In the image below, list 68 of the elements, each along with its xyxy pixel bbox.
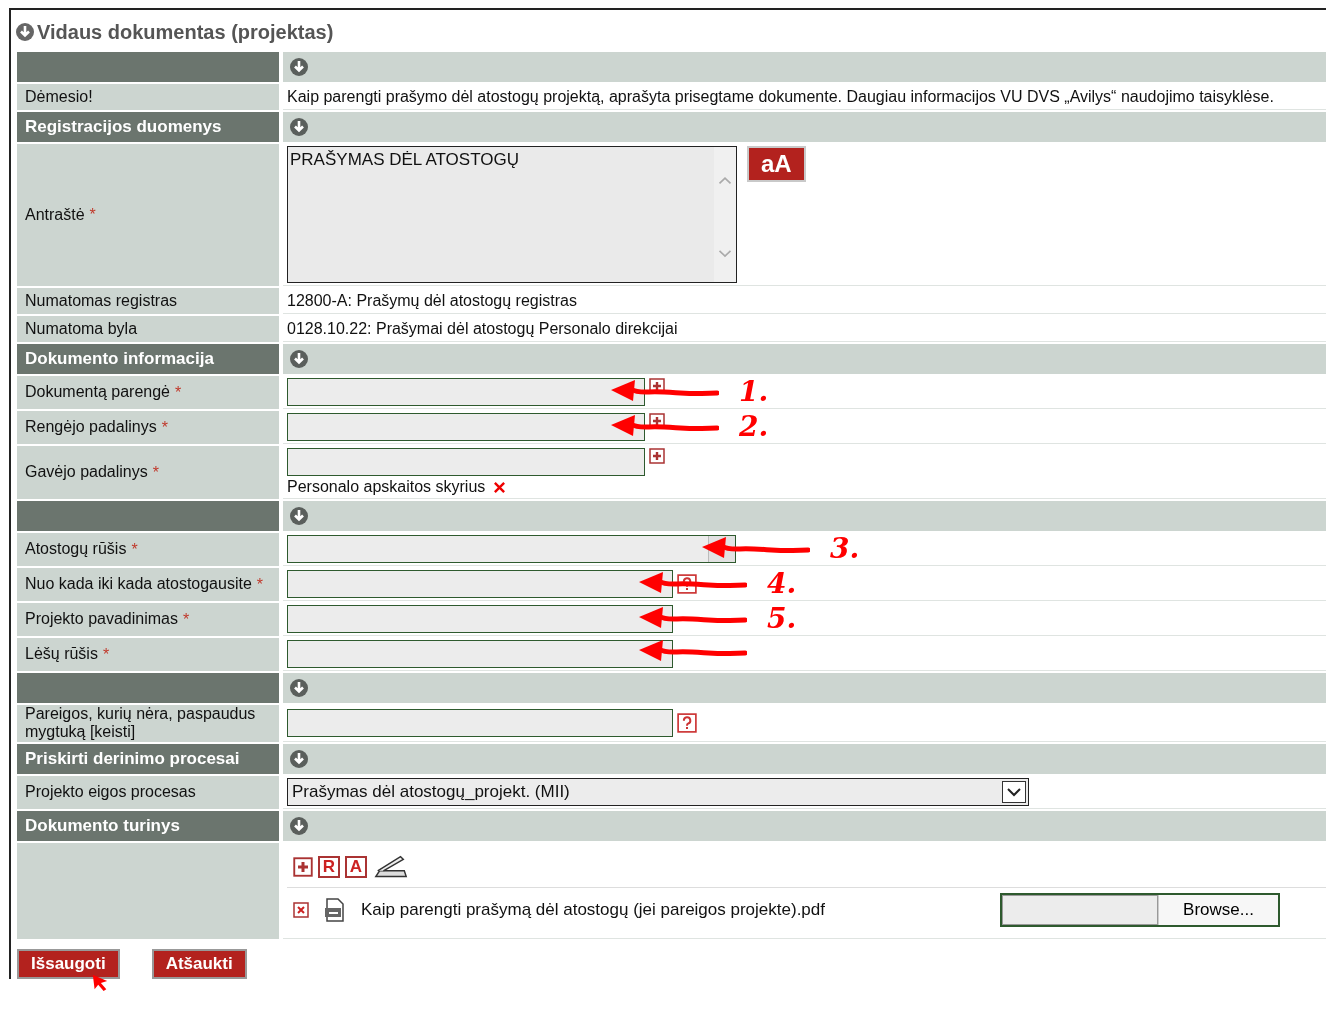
- field-label: Dėmesio!: [25, 87, 93, 107]
- field-value: 12800-A: Prašymų dėl atostogų registras: [287, 291, 578, 310]
- annotation-number: 2.: [739, 410, 769, 443]
- required-mark: *: [89, 206, 96, 224]
- add-icon[interactable]: [293, 856, 313, 877]
- collapse-icon[interactable]: [289, 678, 309, 698]
- field-label: Projekto pavadinimas: [25, 610, 178, 629]
- field-label: Lėšų rūšis: [25, 645, 98, 664]
- field-label: Atostogų rūšis: [25, 540, 127, 559]
- panel-title-text: Vidaus dokumentas (projektas): [37, 20, 334, 44]
- collapse-icon[interactable]: [15, 22, 35, 42]
- required-mark: *: [175, 383, 182, 402]
- required-mark: *: [131, 540, 138, 559]
- field-label: Numatoma byla: [25, 319, 138, 339]
- field-label: Dokumentą parengė: [25, 383, 170, 402]
- input-field[interactable]: [287, 413, 645, 441]
- remove-icon[interactable]: [493, 480, 507, 494]
- selected-unit: Personalo apskaitos skyrius: [287, 478, 486, 496]
- collapse-icon[interactable]: [289, 57, 309, 77]
- file-link[interactable]: Kaip parengti prašymą dėl atostogų (jei pareigos projekte).pdf: [361, 899, 825, 920]
- section-title: Dokumento turinys: [25, 815, 180, 836]
- file-path-field[interactable]: [1002, 894, 1158, 925]
- required-mark: *: [152, 463, 159, 482]
- section-title: Registracijos duomenys: [25, 117, 222, 137]
- required-mark: *: [182, 610, 190, 629]
- annotation-number: 1.: [739, 375, 769, 408]
- process-select[interactable]: Prašymas dėl atostogų_projekt. (MII): [287, 777, 1029, 806]
- required-mark: *: [102, 645, 110, 664]
- collapse-icon[interactable]: [289, 349, 309, 369]
- field-value: Kaip parengti prašymo dėl atostogų projektą, aprašyta prisegtame dokumente. Daugiau informacijos VU DVS „Avilys“ naudojimo taisyklėse.: [287, 87, 1275, 106]
- field-value: 0128.10.22: Prašymai dėl atostogų Personalo direkcijai: [287, 319, 679, 338]
- field-label: Projekto eigos procesas: [25, 783, 196, 802]
- help-icon[interactable]: [677, 712, 697, 733]
- annotation-number: 4.: [767, 567, 797, 600]
- add-icon[interactable]: [649, 448, 665, 464]
- scrollbar[interactable]: [714, 147, 736, 282]
- collapse-icon[interactable]: [289, 815, 309, 836]
- field-label: Pareigos, kurių nėra, paspaudus mygtuką [keisti]: [25, 705, 257, 742]
- delete-icon[interactable]: [293, 901, 309, 918]
- field-label: Nuo kada iki kada atostogausite: [25, 575, 252, 594]
- input-field[interactable]: [287, 448, 645, 476]
- dropdown-icon[interactable]: [1002, 780, 1026, 803]
- input-field[interactable]: [287, 378, 645, 406]
- required-mark: *: [161, 418, 168, 437]
- field-label: Numatomas registras: [25, 291, 178, 311]
- title-textarea[interactable]: PRAŠYMAS DĖL ATOSTOGŲ: [287, 146, 737, 283]
- change-case-button[interactable]: aA: [747, 146, 806, 182]
- annotation-number: 5.: [767, 602, 797, 635]
- collapse-icon[interactable]: [289, 748, 309, 769]
- dropdown-field[interactable]: [287, 535, 736, 563]
- document-icon: [323, 896, 347, 923]
- input-field[interactable]: [287, 605, 673, 633]
- action-button[interactable]: Atšaukti: [151, 948, 247, 979]
- input-field[interactable]: [287, 708, 673, 737]
- annotation-number: 3.: [830, 532, 860, 565]
- collapse-icon[interactable]: [289, 506, 309, 526]
- field-label: Gavėjo padalinys: [25, 463, 148, 482]
- field-label: Antraštė: [25, 205, 85, 225]
- collapse-icon[interactable]: [289, 117, 309, 137]
- required-mark: *: [256, 575, 264, 594]
- input-field[interactable]: [287, 570, 673, 598]
- section-title: Dokumento informacija: [25, 349, 214, 369]
- field-label: Rengėjo padalinys: [25, 418, 157, 437]
- browse-button[interactable]: Browse...: [1158, 894, 1278, 925]
- input-field[interactable]: [287, 640, 673, 668]
- toolbar-button[interactable]: A: [345, 855, 367, 878]
- toolbar-button[interactable]: R: [318, 855, 340, 878]
- section-title: Priskirti derinimo procesai: [25, 748, 240, 769]
